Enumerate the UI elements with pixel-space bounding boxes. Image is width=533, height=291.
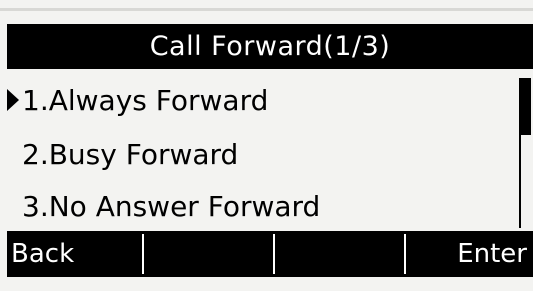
- enter-softkey-label: Enter: [457, 239, 527, 269]
- call-forward-menu: 1.Always Forward 2.Busy Forward 3.No Ans…: [7, 72, 533, 228]
- phone-lcd-screen: Call Forward(1/3) 1.Always Forward 2.Bus…: [0, 0, 533, 291]
- menu-item-no-answer-forward[interactable]: 3.No Answer Forward: [7, 180, 517, 232]
- enter-softkey[interactable]: Enter: [407, 234, 533, 274]
- menu-item-always-forward[interactable]: 1.Always Forward: [7, 74, 517, 126]
- menu-scrollbar[interactable]: [519, 78, 531, 228]
- menu-item-busy-forward[interactable]: 2.Busy Forward: [7, 128, 517, 180]
- menu-item-label: 3.No Answer Forward: [22, 189, 321, 223]
- page-title-text: Call Forward(1/3): [149, 31, 391, 62]
- menu-scrollbar-thumb[interactable]: [521, 78, 531, 135]
- menu-item-label: 1.Always Forward: [22, 83, 269, 117]
- softkey-bar: Back Enter: [7, 231, 533, 277]
- menu-item-label: 2.Busy Forward: [22, 137, 239, 171]
- softkey-2[interactable]: [145, 234, 275, 274]
- softkey-3[interactable]: [276, 234, 406, 274]
- page-title: Call Forward(1/3): [7, 24, 533, 69]
- selection-pointer-icon: [7, 88, 21, 112]
- screen-bezel: [0, 8, 533, 11]
- back-softkey-label: Back: [11, 239, 75, 269]
- back-softkey[interactable]: Back: [7, 234, 144, 274]
